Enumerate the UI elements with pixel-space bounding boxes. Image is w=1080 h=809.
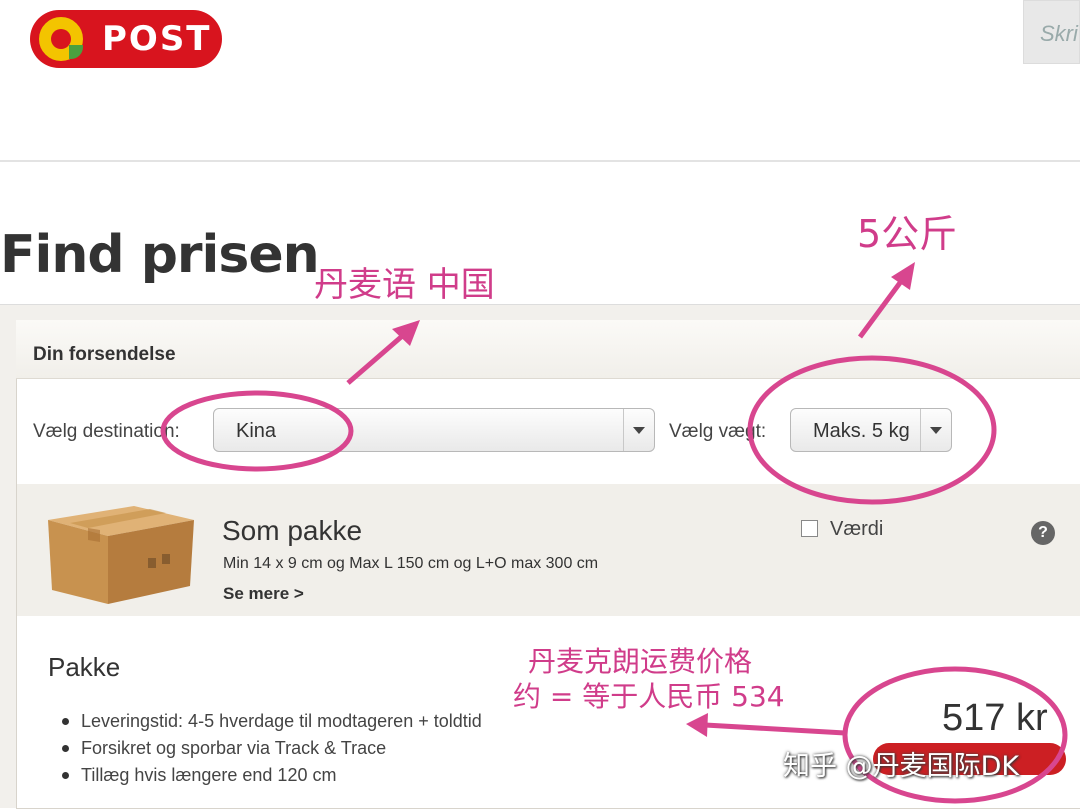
price-annotation-line1: 丹麦克朗运费价格 <box>528 645 753 678</box>
weight-arrow <box>857 274 908 339</box>
destination-highlight-circle <box>160 390 354 472</box>
weight-highlight-circle <box>747 355 997 505</box>
weight-annotation: 5公斤 <box>857 212 958 256</box>
watermark: 知乎 @丹麦国际DK <box>783 751 1020 782</box>
destination-annotation: 丹麦语 中国 <box>314 265 495 305</box>
price-annotation-line2: 约 = 等于人民币 534 <box>513 680 785 713</box>
destination-arrow <box>346 329 410 385</box>
price-arrow <box>704 722 846 736</box>
